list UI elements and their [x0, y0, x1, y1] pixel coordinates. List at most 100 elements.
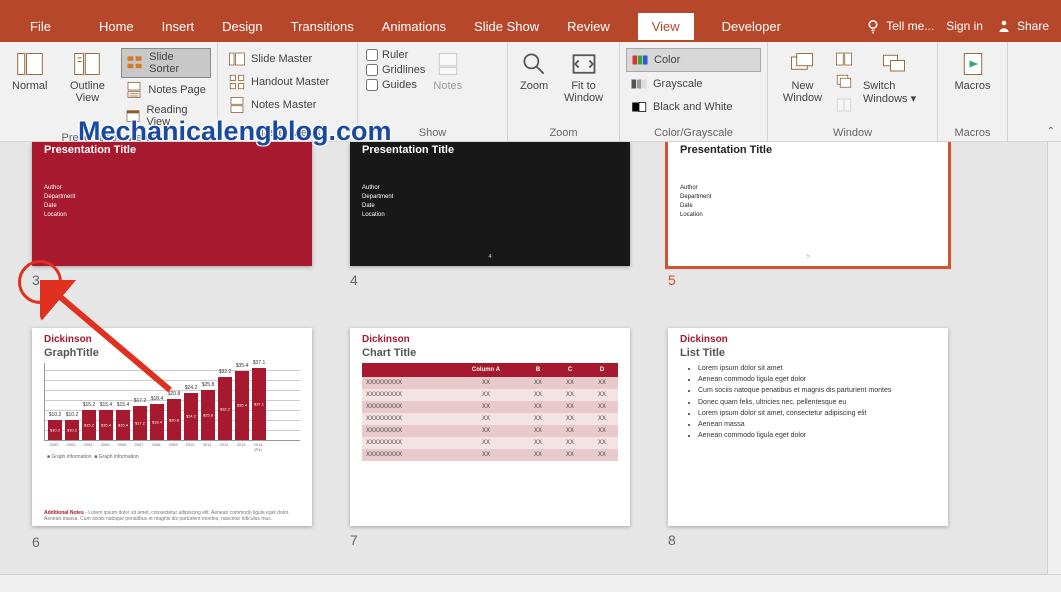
slide-number-3: 3 [32, 272, 40, 288]
slide-thumb-8[interactable]: Dickinson List Title Lorem ipsum dolor s… [668, 328, 948, 526]
slide5-pagenum: 5 [806, 254, 809, 260]
guides-check-input[interactable] [366, 79, 378, 91]
move-split-button[interactable] [831, 94, 857, 116]
group-show: Ruler Gridlines Guides Notes Show [358, 42, 508, 141]
tab-slide-show[interactable]: Slide Show [474, 19, 539, 34]
reading-view-button[interactable]: Reading View [121, 102, 211, 130]
move-split-icon [835, 96, 853, 114]
zoom-label: Zoom [520, 80, 548, 92]
group-label-macros: Macros [944, 125, 1001, 139]
slide-thumb-5[interactable]: Presentation Title AuthorDepartmentDateL… [668, 142, 948, 266]
cascade-button[interactable] [831, 71, 857, 93]
grayscale-button[interactable]: Grayscale [626, 73, 761, 95]
bullet-list: Lorem ipsum dolor sit ametAenean commodo… [680, 363, 936, 441]
slide4-pagenum: 4 [488, 254, 491, 260]
tab-view[interactable]: View [638, 13, 694, 40]
guides-checkbox[interactable]: Guides [364, 78, 427, 92]
share-button[interactable]: Share [995, 17, 1049, 35]
slide3-title: Presentation Title [32, 142, 312, 156]
tell-me[interactable]: Tell me... [864, 17, 934, 35]
new-window-icon [788, 50, 816, 78]
slide8-title: List Title [668, 347, 948, 363]
reading-view-icon [125, 107, 141, 125]
vertical-scrollbar[interactable] [1047, 142, 1061, 574]
file-tab[interactable]: File [20, 15, 61, 38]
slide8-brand: Dickinson [668, 328, 948, 347]
gridlines-check-input[interactable] [366, 64, 378, 76]
tab-home[interactable]: Home [99, 19, 134, 34]
gridlines-checkbox[interactable]: Gridlines [364, 63, 427, 77]
macros-button[interactable]: Macros [944, 46, 1001, 96]
slide-master-icon [228, 50, 246, 68]
slide-sorter-button[interactable]: Slide Sorter [121, 48, 211, 78]
slide-number-6: 6 [32, 534, 40, 550]
slide-number-5: 5 [668, 272, 676, 288]
guides-label: Guides [382, 79, 417, 91]
tab-developer[interactable]: Developer [722, 19, 781, 34]
tab-animations[interactable]: Animations [382, 19, 446, 34]
lightbulb-icon [864, 17, 882, 35]
grayscale-label: Grayscale [653, 78, 703, 90]
notes-button[interactable]: Notes [427, 46, 468, 96]
color-label: Color [654, 54, 680, 66]
arrange-all-icon [835, 50, 853, 68]
title-bar [0, 0, 1061, 10]
color-button[interactable]: Color [626, 48, 761, 72]
zoom-button[interactable]: Zoom [514, 46, 554, 108]
slide5-title: Presentation Title [668, 142, 948, 156]
switch-windows-button[interactable]: Switch Windows ▾ [857, 46, 931, 116]
group-macros: Macros Macros [938, 42, 1008, 141]
tab-transitions[interactable]: Transitions [291, 19, 354, 34]
sign-in[interactable]: Sign in [946, 19, 983, 33]
collapse-ribbon-button[interactable]: ⌃ [1047, 126, 1055, 137]
macros-icon [959, 50, 987, 78]
ruler-check-input[interactable] [366, 49, 378, 61]
fit-window-button[interactable]: Fit to Window [554, 46, 613, 108]
outline-view-icon [73, 50, 101, 78]
slide-sorter-pane[interactable]: Presentation Title AuthorDepartmentDateL… [0, 142, 1047, 574]
slide-master-button[interactable]: Slide Master [224, 48, 351, 70]
notes-master-button[interactable]: Notes Master [224, 94, 351, 116]
handout-master-button[interactable]: Handout Master [224, 71, 351, 93]
grayscale-icon [630, 75, 648, 93]
group-master-views: Slide Master Handout Master Notes Master… [218, 42, 358, 141]
notes-page-button[interactable]: Notes Page [121, 79, 211, 101]
normal-view-button[interactable]: Normal [6, 46, 53, 130]
handout-master-icon [228, 73, 246, 91]
chart-table: Column ABCDXXXXXXXXXXXXXXXXXXXXXXXXXXXXX… [362, 363, 618, 461]
notes-page-icon [125, 81, 143, 99]
group-label-show: Show [364, 125, 501, 139]
arrange-all-button[interactable] [831, 48, 857, 70]
ribbon: Normal Outline View Slide Sorter Notes P… [0, 42, 1061, 142]
switch-windows-label: Switch Windows ▾ [863, 80, 925, 105]
slide4-title: Presentation Title [350, 142, 630, 156]
slide7-brand: Dickinson [350, 328, 630, 347]
slide-thumb-4[interactable]: Presentation Title AuthorDepartmentDateL… [350, 142, 630, 266]
slide-number-4: 4 [350, 272, 358, 288]
group-label-zoom: Zoom [514, 125, 613, 139]
ruler-checkbox[interactable]: Ruler [364, 48, 427, 62]
menu-tab-strip: File Home Insert Design Transitions Anim… [0, 10, 1061, 42]
slide-thumb-6[interactable]: Dickinson GraphTitle $10.2$10.2$10.2$10.… [32, 328, 312, 528]
notes-master-icon [228, 96, 246, 114]
outline-view-button[interactable]: Outline View [53, 46, 121, 130]
black-white-button[interactable]: Black and White [626, 96, 761, 118]
handout-master-label: Handout Master [251, 76, 329, 88]
notes-icon [434, 50, 462, 78]
slide-thumb-7[interactable]: Dickinson Chart Title Column ABCDXXXXXXX… [350, 328, 630, 526]
tab-design[interactable]: Design [222, 19, 262, 34]
tell-me-label: Tell me... [886, 19, 934, 33]
horizontal-scrollbar[interactable] [0, 574, 1061, 592]
macros-label: Macros [954, 80, 990, 92]
group-zoom: Zoom Fit to Window Zoom [508, 42, 620, 141]
slide-thumb-3[interactable]: Presentation Title AuthorDepartmentDateL… [32, 142, 312, 266]
tab-insert[interactable]: Insert [162, 19, 195, 34]
bar-chart: $10.2$10.2$10.2$10.2$15.2$15.2$15.4$15.4… [44, 363, 300, 441]
group-label-color: Color/Grayscale [626, 125, 761, 139]
group-label-master: Master Views [224, 125, 351, 139]
tab-review[interactable]: Review [567, 19, 610, 34]
new-window-button[interactable]: New Window [774, 46, 831, 116]
fit-window-label: Fit to Window [560, 80, 607, 104]
slide-number-7: 7 [350, 532, 358, 548]
cascade-icon [835, 73, 853, 91]
